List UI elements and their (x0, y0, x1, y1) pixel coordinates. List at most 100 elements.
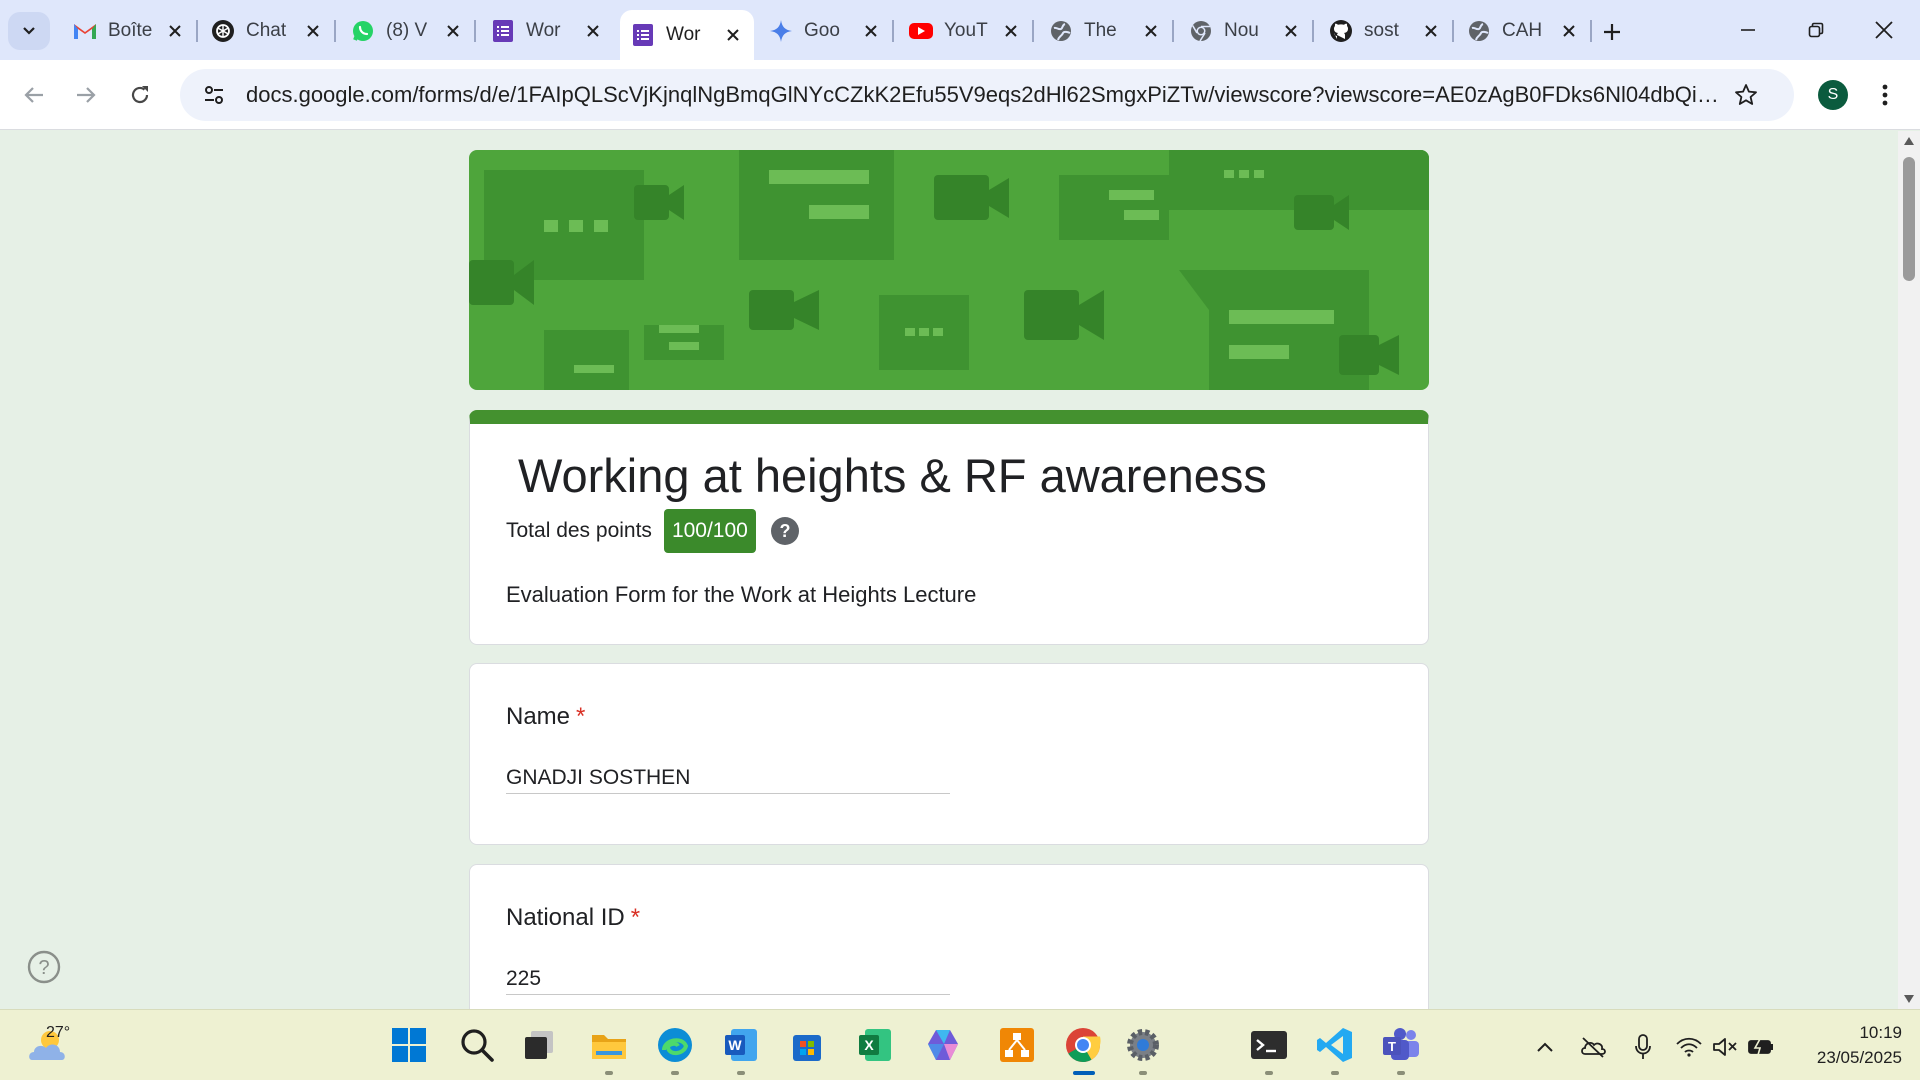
chrome-icon (1188, 18, 1214, 44)
search-icon[interactable] (456, 1024, 498, 1066)
tab-forms-active[interactable]: Wor (620, 10, 754, 60)
chrome-icon[interactable] (1062, 1024, 1104, 1075)
chevron-down-icon (23, 27, 35, 35)
tab-title: (8) V (386, 20, 428, 41)
tab-search-button[interactable] (8, 12, 50, 50)
tab-chatgpt[interactable]: Chat (200, 10, 336, 52)
tab-whatsapp[interactable]: (8) V (340, 10, 476, 52)
onedrive-offline-icon[interactable] (1578, 1032, 1608, 1062)
restore-button[interactable] (1786, 8, 1846, 52)
tab-gemini[interactable]: Goo (758, 10, 894, 52)
plus-icon (1604, 24, 1620, 40)
drawio-icon[interactable] (996, 1024, 1038, 1066)
tab-new-tab[interactable]: Nou (1178, 10, 1314, 52)
banner-illustration (469, 150, 1429, 390)
tab-globe-cah[interactable]: CAH (1456, 10, 1592, 52)
reload-button[interactable] (120, 75, 160, 115)
tab-youtube[interactable]: YouT (898, 10, 1034, 52)
question-label: Name (506, 703, 571, 730)
chevron-up-icon[interactable] (1530, 1032, 1560, 1062)
tab-title: Chat (246, 20, 287, 41)
browser-toolbar: docs.google.com/forms/d/e/1FAIpQLScVjKjn… (0, 60, 1920, 130)
globe-icon (1048, 18, 1074, 44)
close-icon[interactable] (1420, 20, 1442, 42)
answer-text: GNADJI SOSTHEN (506, 762, 950, 794)
running-indicator (1265, 1071, 1273, 1075)
battery-charging-icon[interactable] (1746, 1032, 1776, 1062)
microsoft-store-icon[interactable] (786, 1024, 828, 1066)
svg-text:?: ? (38, 957, 49, 979)
tab-title: Wor (526, 20, 561, 41)
weather-widget[interactable]: 27° (26, 1022, 74, 1066)
url-text[interactable]: docs.google.com/forms/d/e/1FAIpQLScVjKjn… (246, 82, 1726, 108)
clock-time: 10:19 (1859, 1023, 1902, 1042)
close-icon[interactable] (1000, 20, 1022, 42)
arrow-left-icon (24, 87, 43, 103)
close-icon[interactable] (582, 20, 604, 42)
close-icon[interactable] (302, 20, 324, 42)
profile-avatar[interactable]: S (1818, 80, 1848, 110)
vscode-icon[interactable] (1314, 1024, 1356, 1075)
settings-icon[interactable] (1122, 1024, 1164, 1075)
browser-menu-button[interactable] (1870, 80, 1900, 110)
close-icon[interactable] (860, 20, 882, 42)
microphone-icon[interactable] (1628, 1032, 1658, 1062)
tab-separator (892, 20, 894, 42)
tab-forms[interactable]: Wor (480, 10, 614, 52)
system-clock[interactable]: 10:19 23/05/2025 (1782, 1020, 1902, 1070)
back-button[interactable] (14, 75, 54, 115)
floating-help-icon[interactable]: ? (27, 950, 61, 984)
close-icon[interactable] (1558, 20, 1580, 42)
question-title: National ID * (506, 904, 640, 932)
help-icon[interactable]: ? (770, 516, 800, 546)
tab-globe-the[interactable]: The (1038, 10, 1174, 52)
tab-separator (474, 20, 476, 42)
page-scrollbar[interactable] (1898, 131, 1920, 1009)
new-tab-button[interactable] (1592, 14, 1632, 50)
tab-github[interactable]: sost (1318, 10, 1454, 52)
tab-gmail[interactable]: Boîte (62, 10, 198, 52)
windows-start-icon[interactable] (388, 1024, 430, 1066)
copilot-icon[interactable] (922, 1024, 964, 1066)
task-view-icon[interactable] (518, 1024, 560, 1066)
close-icon[interactable] (722, 24, 744, 46)
tab-title: Nou (1224, 20, 1259, 41)
terminal-icon[interactable] (1248, 1024, 1290, 1075)
form-title: Working at heights & RF awareness (518, 449, 1267, 502)
required-asterisk: * (576, 703, 586, 730)
close-icon[interactable] (442, 20, 464, 42)
reload-icon (131, 86, 149, 104)
minimize-button[interactable] (1718, 8, 1778, 52)
tab-strip: Boîte Chat (8) V Wor Wor Goo YouT The No… (0, 0, 1920, 60)
teams-icon[interactable]: T (1380, 1024, 1422, 1075)
scroll-up-icon[interactable] (1903, 135, 1915, 147)
address-bar[interactable]: docs.google.com/forms/d/e/1FAIpQLScVjKjn… (180, 69, 1794, 121)
scrollbar-thumb[interactable] (1903, 157, 1915, 281)
close-window-button[interactable] (1854, 8, 1914, 52)
form-title-card: Working at heights & RF awareness Total … (469, 410, 1429, 645)
scroll-down-icon[interactable] (1903, 993, 1915, 1005)
file-explorer-icon[interactable] (588, 1024, 630, 1075)
volume-muted-icon[interactable] (1710, 1032, 1740, 1062)
youtube-icon (908, 18, 934, 44)
running-indicator (1139, 1071, 1147, 1075)
wifi-icon[interactable] (1674, 1032, 1704, 1062)
excel-icon[interactable]: X (854, 1024, 896, 1066)
word-icon[interactable]: W (720, 1024, 762, 1075)
bookmark-star-icon[interactable] (1726, 75, 1766, 115)
google-forms-icon (490, 18, 516, 44)
close-icon[interactable] (1140, 20, 1162, 42)
forward-button[interactable] (66, 75, 106, 115)
tab-title: sost (1364, 20, 1399, 41)
required-asterisk: * (630, 904, 641, 931)
arrow-right-icon (77, 87, 96, 103)
kebab-menu-icon (1882, 84, 1888, 106)
close-icon[interactable] (164, 20, 186, 42)
site-info-icon[interactable] (188, 69, 240, 121)
tab-separator (1452, 20, 1454, 42)
running-indicator (671, 1071, 679, 1075)
tab-separator (1172, 20, 1174, 42)
edge-icon[interactable] (654, 1024, 696, 1075)
close-icon[interactable] (1280, 20, 1302, 42)
running-indicator-active (1073, 1071, 1095, 1075)
